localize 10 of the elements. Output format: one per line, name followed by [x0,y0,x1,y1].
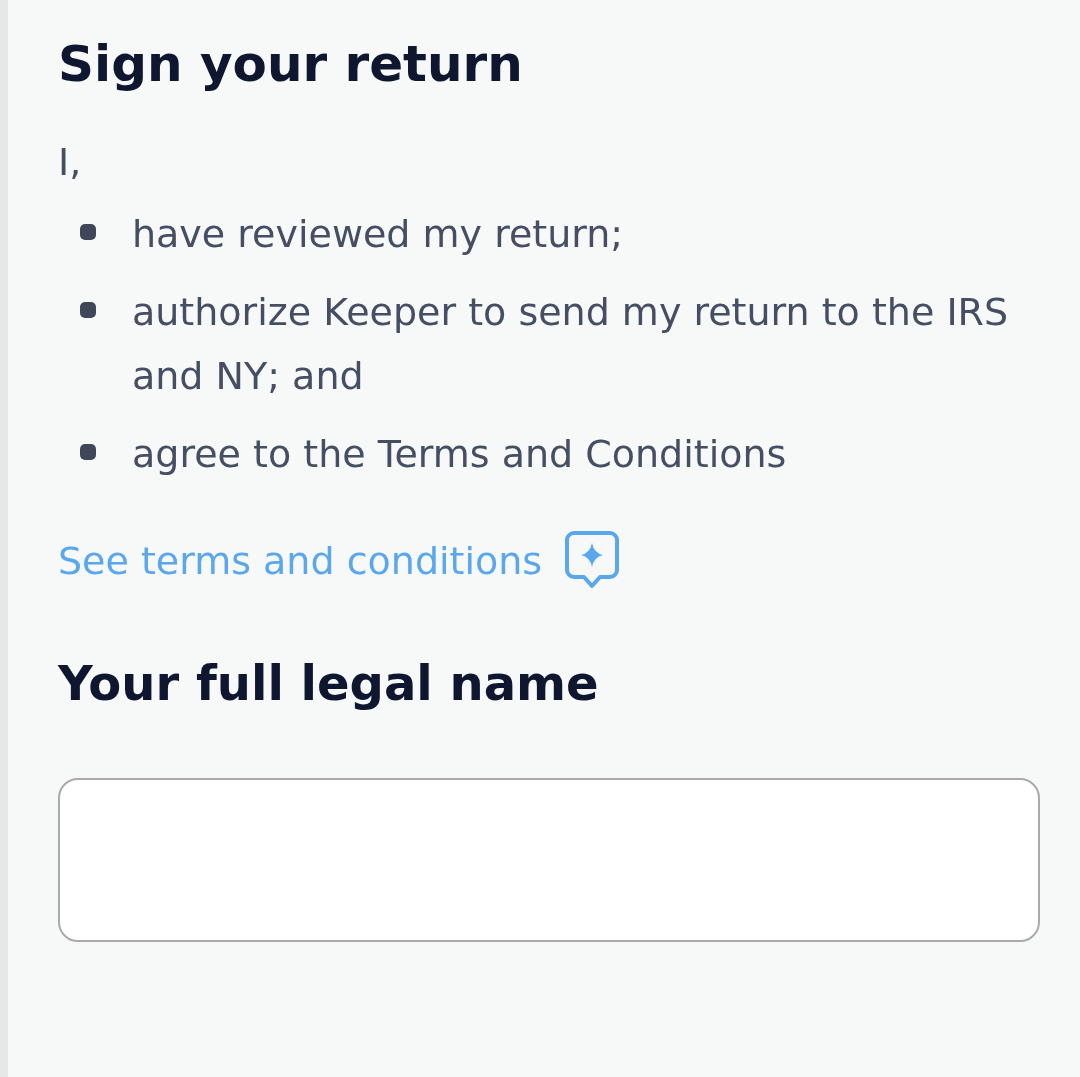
intro-text: I, [58,139,83,186]
name-heading: Your full legal name [58,654,600,713]
statement-text: have reviewed my return; [132,211,624,258]
terms-link[interactable]: See terms and conditions [58,539,543,583]
bullet-icon [80,302,96,318]
bullet-icon [80,444,96,460]
section-title: Sign your return [58,34,524,95]
statement-text: agree to the Terms and Conditions [132,431,787,478]
bullet-icon [80,224,96,240]
name-input-field[interactable] [58,778,1040,942]
